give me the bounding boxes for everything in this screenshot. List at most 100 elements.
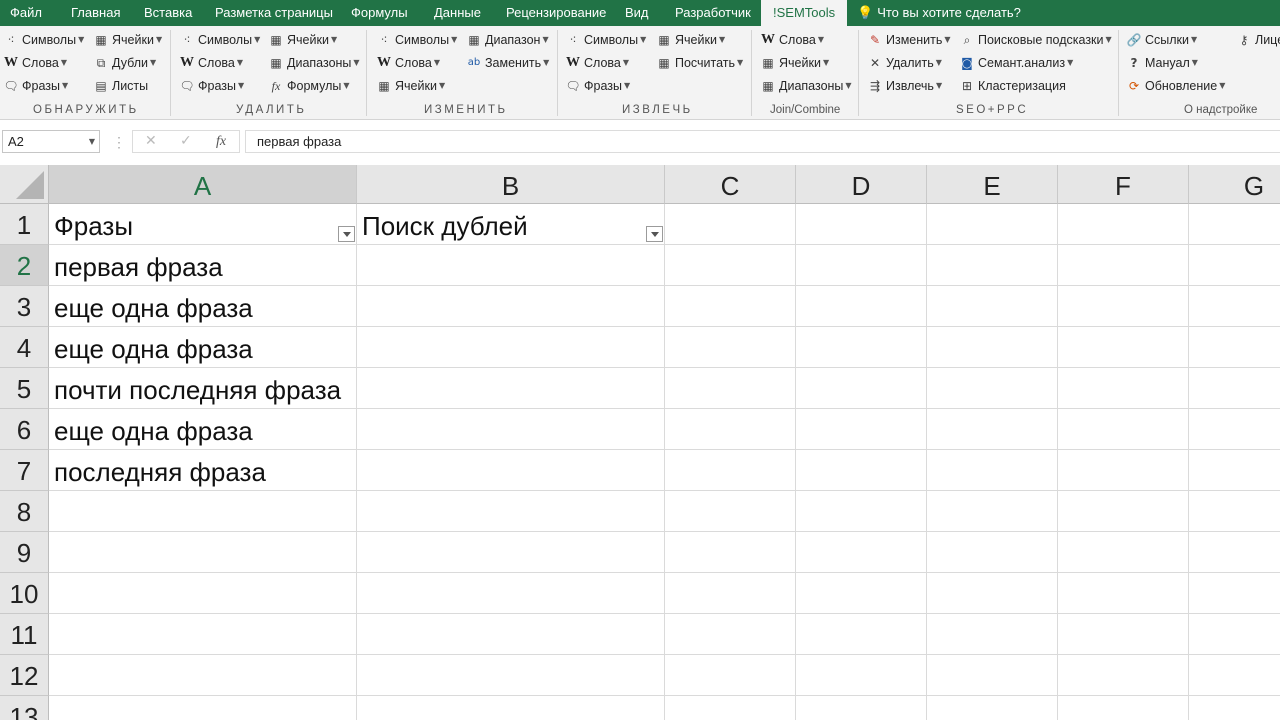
tab-formulas[interactable]: Формулы xyxy=(351,0,408,26)
seo-suggest-button[interactable]: ⌕ Поисковые подсказки ▼ xyxy=(959,30,1112,50)
remove-ranges-button[interactable]: ▦ Диапазоны ▼ xyxy=(268,53,359,73)
join-cells-button[interactable]: ▦ Ячейки ▼ xyxy=(760,53,829,73)
discover-sheets-button[interactable]: ▤ Листы xyxy=(93,76,148,96)
change-replace-button[interactable]: ab Заменить ▼ xyxy=(466,53,550,73)
remove-symbols-button[interactable]: ⁖ Символы ▼ xyxy=(179,30,260,50)
column-header-e[interactable]: E xyxy=(927,165,1058,204)
change-words-button[interactable]: W Слова ▼ xyxy=(376,53,440,73)
discover-symbols-button[interactable]: ⁖ Символы ▼ xyxy=(3,30,84,50)
discover-words-button[interactable]: W Слова ▼ xyxy=(3,53,67,73)
tab-insert[interactable]: Вставка xyxy=(144,0,192,26)
remove-formulas-button[interactable]: fx Формулы ▼ xyxy=(268,76,350,96)
about-manual-button[interactable]: ? Мануал ▼ xyxy=(1126,53,1198,73)
column-header-f[interactable]: F xyxy=(1058,165,1189,204)
join-words-button[interactable]: W Слова ▼ xyxy=(760,30,824,50)
cancel-icon[interactable]: ✕ xyxy=(145,131,157,152)
tab-developer[interactable]: Разработчик xyxy=(675,0,751,26)
seo-modify-button[interactable]: ✎ Изменить ▼ xyxy=(867,30,951,50)
join-ranges-button[interactable]: ▦ Диапазоны ▼ xyxy=(760,76,851,96)
chevron-down-icon: ▼ xyxy=(1219,81,1226,90)
formula-input[interactable]: первая фраза xyxy=(245,130,1280,153)
tab-file[interactable]: Файл xyxy=(10,0,42,26)
extract-count-button[interactable]: ▦ Посчитать ▼ xyxy=(656,53,743,73)
group-divider xyxy=(1118,30,1119,116)
seo-cluster-button[interactable]: ⊞ Кластеризация xyxy=(959,76,1066,96)
tab-home[interactable]: Главная xyxy=(71,0,120,26)
cell-a3[interactable]: еще одна фраза xyxy=(49,286,356,327)
row-header-3[interactable]: 3 xyxy=(0,286,49,327)
gridline xyxy=(1188,204,1189,720)
key-icon: ⚷ xyxy=(1239,33,1249,47)
row-header-6[interactable]: 6 xyxy=(0,409,49,450)
speech-bubble-icon: 🗨 xyxy=(565,79,581,93)
gridline xyxy=(49,654,1280,655)
seo-extract-button[interactable]: ⇶ Извлечь ▼ xyxy=(867,76,942,96)
tell-me-search[interactable]: 💡 Что вы хотите сделать? xyxy=(857,0,1021,26)
cell-a6[interactable]: еще одна фраза xyxy=(49,409,356,450)
filter-dropdown-icon[interactable] xyxy=(338,226,355,242)
enter-check-icon[interactable]: ✓ xyxy=(180,131,192,152)
cell-a1[interactable]: Фразы xyxy=(49,204,356,245)
tab-view[interactable]: Вид xyxy=(625,0,649,26)
chevron-down-icon: ▼ xyxy=(822,58,830,67)
tab-semtools[interactable]: !SEMTools xyxy=(761,0,848,26)
cell-b1[interactable]: Поиск дублей xyxy=(357,204,664,245)
extract-cells-button[interactable]: ▦ Ячейки ▼ xyxy=(656,30,725,50)
lightbulb-icon: 💡 xyxy=(857,6,874,21)
tab-page-layout[interactable]: Разметка страницы xyxy=(215,0,333,26)
about-update-button[interactable]: ⟳ Обновление ▼ xyxy=(1126,76,1225,96)
discover-phrases-button[interactable]: 🗨 Фразы ▼ xyxy=(3,76,68,96)
remove-cells-button[interactable]: ▦ Ячейки ▼ xyxy=(268,30,337,50)
cell-a7[interactable]: последняя фраза xyxy=(49,450,356,491)
change-cells-button[interactable]: ▦ Ячейки ▼ xyxy=(376,76,445,96)
extract-words-button[interactable]: W Слова ▼ xyxy=(565,53,629,73)
name-box[interactable]: A2 ▼ xyxy=(2,130,100,153)
change-symbols-button[interactable]: ⁖ Символы ▼ xyxy=(376,30,457,50)
row-header-8[interactable]: 8 xyxy=(0,491,49,532)
cell-a2[interactable]: первая фраза xyxy=(49,245,356,286)
extract-icon: ⇶ xyxy=(869,79,881,93)
row-header-9[interactable]: 9 xyxy=(0,532,49,573)
row-header-11[interactable]: 11 xyxy=(0,614,49,655)
row-header-10[interactable]: 10 xyxy=(0,573,49,614)
chevron-down-icon: ▼ xyxy=(451,35,458,44)
column-header-c[interactable]: C xyxy=(665,165,796,204)
column-header-b[interactable]: B xyxy=(357,165,665,204)
row-header-5[interactable]: 5 xyxy=(0,368,49,409)
row-header-1[interactable]: 1 xyxy=(0,204,49,245)
row-header-2[interactable]: 2 xyxy=(0,245,49,286)
words-icon: W xyxy=(4,55,18,70)
cell-a5[interactable]: почти последняя фраза xyxy=(49,368,356,409)
tab-data[interactable]: Данные xyxy=(434,0,481,26)
row-header-7[interactable]: 7 xyxy=(0,450,49,491)
chevron-down-icon: ▼ xyxy=(1105,35,1112,44)
discover-cells-button[interactable]: ▦ Ячейки ▼ xyxy=(93,30,162,50)
extract-phrases-button[interactable]: 🗨 Фразы ▼ xyxy=(565,76,630,96)
extract-symbols-button[interactable]: ⁖ Символы ▼ xyxy=(565,30,646,50)
column-header-a[interactable]: A xyxy=(49,165,357,204)
discover-dupes-button[interactable]: ⧉ Дубли ▼ xyxy=(93,53,156,73)
row-header-13[interactable]: 13 xyxy=(0,696,49,720)
about-links-button[interactable]: 🔗 Ссылки ▼ xyxy=(1126,30,1198,50)
insert-function-icon[interactable]: fx xyxy=(216,131,226,152)
column-header-g[interactable]: G xyxy=(1189,165,1280,204)
group-divider xyxy=(751,30,752,116)
select-all-button[interactable] xyxy=(0,165,49,204)
tab-review[interactable]: Рецензирование xyxy=(506,0,606,26)
formula-bar-grip[interactable]: ⋮ xyxy=(112,134,126,151)
tell-me-label: Что вы хотите сделать? xyxy=(877,5,1021,20)
filter-dropdown-icon[interactable] xyxy=(646,226,663,242)
chevron-down-icon[interactable]: ▼ xyxy=(89,131,95,152)
remove-words-button[interactable]: W Слова ▼ xyxy=(179,53,243,73)
cell-a4[interactable]: еще одна фраза xyxy=(49,327,356,368)
about-license-button[interactable]: ⚷Лице xyxy=(1236,30,1280,50)
seo-delete-button[interactable]: ✕ Удалить ▼ xyxy=(867,53,942,73)
seo-semant-button[interactable]: ◙ Семант.анализ ▼ xyxy=(959,53,1073,73)
remove-phrases-button[interactable]: 🗨 Фразы ▼ xyxy=(179,76,244,96)
row-header-4[interactable]: 4 xyxy=(0,327,49,368)
chevron-down-icon: ▼ xyxy=(236,58,244,67)
column-header-d[interactable]: D xyxy=(796,165,927,204)
cluster-icon: ⊞ xyxy=(961,79,973,93)
change-range-button[interactable]: ▦ Диапазон ▼ xyxy=(466,30,548,50)
row-header-12[interactable]: 12 xyxy=(0,655,49,696)
